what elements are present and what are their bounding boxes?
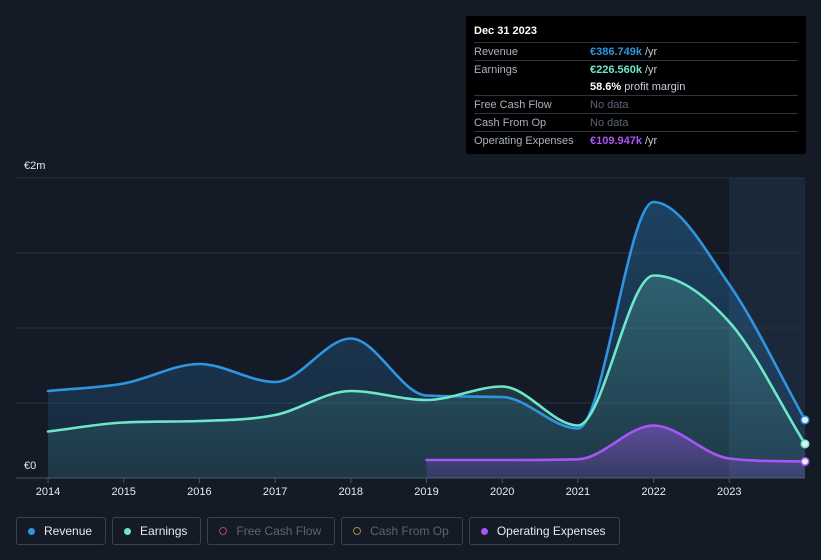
legend-label: Revenue	[44, 524, 93, 538]
tooltip-unit: /yr	[645, 45, 658, 58]
legend-dot-icon	[28, 527, 35, 535]
tooltip-row-cash-from-op: Cash From Op No data	[474, 113, 798, 131]
y-axis-top-label: €2m	[24, 160, 46, 172]
x-tick-label: 2017	[263, 486, 287, 498]
x-tick-label: 2015	[111, 486, 135, 498]
x-tick-label: 2020	[490, 486, 514, 498]
operating-expenses-endpoint[interactable]	[800, 456, 810, 467]
tooltip-label: Cash From Op	[474, 116, 547, 129]
x-axis: 2014 2015 2016 2017 2018 2019 2020 2021 2022 2023	[36, 478, 742, 498]
legend-dot-icon	[353, 527, 362, 535]
tooltip: Dec 31 2023 Revenue €386.749k /yr Earnin…	[466, 16, 806, 154]
tooltip-unit: profit margin	[624, 80, 686, 93]
tooltip-row-profit-margin: 58.6% profit margin	[474, 78, 798, 95]
legend-label: Cash From Op	[370, 524, 449, 538]
tooltip-label: Earnings	[474, 63, 518, 76]
tooltip-value: €226.560k	[590, 63, 642, 76]
tooltip-row-operating-expenses: Operating Expenses €109.947k /yr	[474, 131, 798, 149]
tooltip-unit: /yr	[645, 63, 658, 76]
legend-dot-icon	[480, 527, 488, 535]
legend-label: Earnings	[140, 524, 188, 538]
y-axis-bottom-label: €0	[24, 460, 37, 472]
tooltip-value: No data	[590, 116, 629, 129]
tooltip-date: Dec 31 2023	[474, 25, 537, 37]
x-tick-label: 2022	[641, 486, 665, 498]
tooltip-value: €109.947k	[590, 134, 642, 147]
earnings-endpoint[interactable]	[800, 439, 810, 449]
series-endpoints[interactable]	[800, 415, 810, 467]
series-areas	[48, 202, 805, 478]
tooltip-value: €386.749k	[590, 45, 642, 58]
tooltip-unit: /yr	[645, 134, 658, 147]
x-tick-label: 2018	[339, 486, 363, 498]
tooltip-value: 58.6%	[590, 80, 622, 93]
legend: Revenue Earnings Free Cash Flow Cash Fro…	[16, 517, 620, 545]
legend-label: Free Cash Flow	[236, 524, 322, 538]
legend-dot-icon	[219, 527, 228, 535]
legend-item-earnings[interactable]: Earnings	[112, 517, 202, 545]
x-tick-label: 2023	[717, 486, 741, 498]
tooltip-row-revenue: Revenue €386.749k /yr	[474, 42, 798, 60]
legend-dot-icon	[124, 527, 132, 535]
revenue-endpoint[interactable]	[800, 415, 810, 425]
tooltip-value: No data	[590, 98, 629, 111]
tooltip-label: Free Cash Flow	[474, 98, 552, 111]
tooltip-label: Revenue	[474, 45, 519, 58]
legend-item-revenue[interactable]: Revenue	[16, 517, 107, 545]
tooltip-label: Operating Expenses	[474, 134, 574, 147]
legend-label: Operating Expenses	[496, 524, 606, 538]
x-tick-label: 2021	[566, 486, 590, 498]
tooltip-row-free-cash-flow: Free Cash Flow No data	[474, 95, 798, 113]
legend-item-cash-from-op[interactable]: Cash From Op	[341, 517, 463, 545]
legend-item-free-cash-flow[interactable]: Free Cash Flow	[207, 517, 336, 545]
tooltip-row-earnings: Earnings €226.560k /yr	[474, 60, 798, 78]
x-tick-label: 2014	[36, 486, 60, 498]
legend-item-operating-expenses[interactable]: Operating Expenses	[468, 517, 620, 545]
x-tick-label: 2016	[187, 486, 211, 498]
x-tick-label: 2019	[414, 486, 438, 498]
